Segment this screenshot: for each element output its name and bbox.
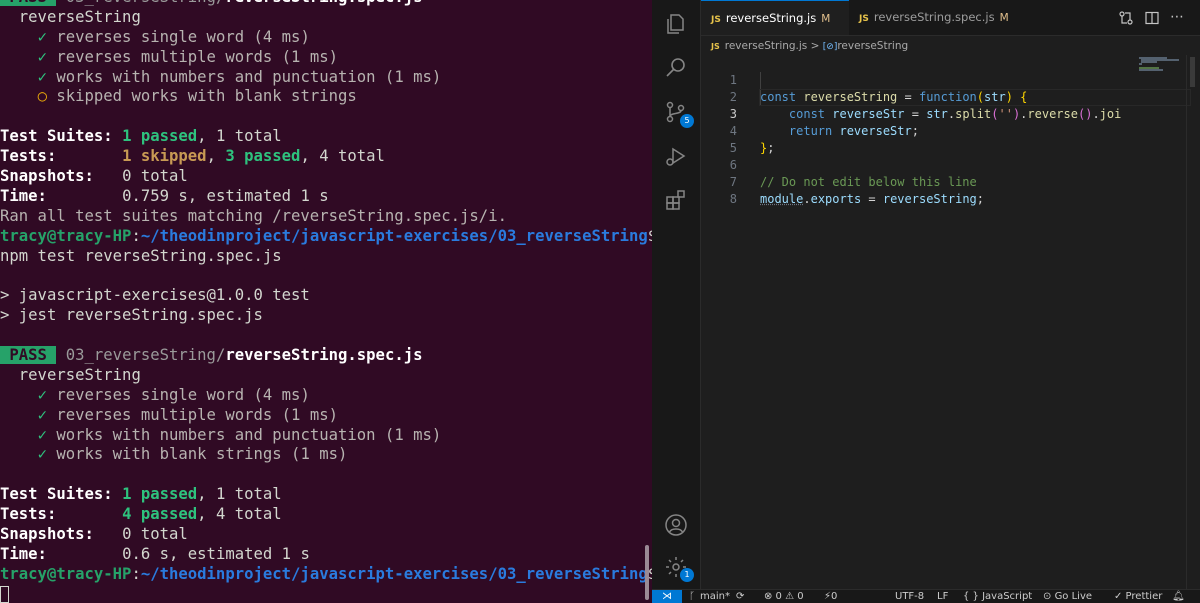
manage-badge: 1 xyxy=(680,568,694,582)
npm-output-line: > jest reverseString.spec.js xyxy=(0,306,263,325)
code-line: 2 const reverseStr = str.split('').rever… xyxy=(729,90,1122,121)
editor-actions: ⋯ xyxy=(1110,0,1200,35)
terminal-line: reverseString xyxy=(0,366,640,386)
code-editor[interactable]: 1 const reverseString = function(str) { … xyxy=(701,55,1191,589)
test-result-line: ✓ reverses multiple words (1 ms) xyxy=(37,47,338,66)
ran-all-line: Ran all test suites matching /reverseStr… xyxy=(0,206,507,225)
search-icon[interactable] xyxy=(664,56,688,80)
test-result-line: ✓ works with numbers and punctuation (1 … xyxy=(37,67,442,86)
extensions-icon[interactable] xyxy=(664,188,688,212)
remote-indicator-button[interactable]: ⋊ xyxy=(652,590,682,603)
breadcrumb: JS reverseString.js > [⊘]reverseString xyxy=(711,40,909,52)
notifications-bell-icon[interactable]: 🔔︎ xyxy=(1172,590,1185,603)
terminal-cursor xyxy=(0,585,9,603)
javascript-file-icon: JS xyxy=(859,14,869,24)
eol-selector[interactable]: LF xyxy=(937,590,948,603)
summary-snapshots: Snapshots: 0 total xyxy=(0,525,188,544)
git-branch-icon: ᚴ xyxy=(689,591,695,602)
pass-badge: PASS xyxy=(0,0,57,6)
breadcrumb-symbol[interactable]: reverseString xyxy=(837,40,908,52)
modified-indicator: M xyxy=(999,12,1009,24)
terminal-line: PASS 03_reverseString/reverseString.spec… xyxy=(0,0,640,8)
javascript-file-icon: JS xyxy=(711,15,721,25)
variable-symbol-icon: [⊘] xyxy=(822,42,838,52)
accounts-icon[interactable] xyxy=(664,513,688,537)
pass-badge: PASS xyxy=(0,346,57,365)
editor-scrollbar[interactable] xyxy=(1186,55,1200,589)
shell-prompt: tracy@tracy-HP:~/theodinproject/javascri… xyxy=(0,226,652,245)
scm-badge: 5 xyxy=(680,114,694,128)
breadcrumb-file[interactable]: reverseString.js xyxy=(725,40,808,52)
summary-snapshots: Snapshots: 0 total xyxy=(0,167,188,186)
terminal-line: reverseString xyxy=(0,8,640,28)
test-result-line: ✓ reverses multiple words (1 ms) xyxy=(37,405,338,424)
describe-name: reverseString xyxy=(18,7,141,26)
more-actions-icon[interactable]: ⋯ xyxy=(1170,10,1186,26)
npm-output-line: > javascript-exercises@1.0.0 test xyxy=(0,286,310,305)
summary-time: Time: 0.6 s, estimated 1 s xyxy=(0,544,310,563)
terminal-input-line[interactable] xyxy=(0,585,640,603)
test-result-line: ✓ reverses single word (4 ms) xyxy=(37,27,310,46)
code-line: 8 xyxy=(729,192,737,206)
vscode-window: 5 1 JS reverseString.js M JS reverseString.… xyxy=(652,0,1200,603)
code-line: 6 // Do not edit below this line xyxy=(729,158,977,189)
split-editor-icon[interactable] xyxy=(1144,10,1160,26)
modified-indicator: M xyxy=(821,13,831,25)
describe-name: reverseString xyxy=(18,365,141,384)
activity-bar: 5 1 xyxy=(652,0,701,589)
test-result-line: ✓ works with numbers and punctuation (1 … xyxy=(37,425,442,444)
git-branch[interactable]: main* xyxy=(700,590,730,603)
terminal-line: PASS 03_reverseString/reverseString.spec… xyxy=(0,346,423,365)
source-control-icon[interactable]: 5 xyxy=(664,100,694,128)
test-result-line: ○ skipped works with blank strings xyxy=(37,87,357,106)
scrollbar-thumb[interactable] xyxy=(1190,57,1195,87)
tab-reversestring-js[interactable]: JS reverseString.js M xyxy=(701,0,849,35)
language-mode-selector[interactable]: { } JavaScript xyxy=(963,590,1032,603)
run-debug-icon[interactable] xyxy=(664,144,688,168)
code-line: 3 return reverseStr; xyxy=(729,107,919,138)
go-live-button[interactable]: ⊙ Go Live xyxy=(1043,590,1092,603)
broadcast-icon: ⊙ xyxy=(1043,591,1055,602)
summary-tests: Tests: 1 skipped, 3 passed, 4 total xyxy=(0,147,385,166)
javascript-file-icon: JS xyxy=(711,42,720,51)
shell-prompt: tracy@tracy-HP:~/theodinproject/javascri… xyxy=(0,564,652,583)
minimap[interactable] xyxy=(1139,55,1185,589)
summary-suites: Test Suites: 1 passed, 1 total xyxy=(0,485,282,504)
shell-command: npm test reverseString.spec.js xyxy=(0,246,282,265)
code-line: 4 }; xyxy=(729,124,775,155)
problems-indicator[interactable]: ⊗ 0 ⚠ 0 xyxy=(764,590,804,603)
code-line: 7 module.exports = reverseString; xyxy=(729,175,985,206)
terminal-window[interactable]: PASS 03_reverseString/reverseString.spec… xyxy=(0,0,652,603)
summary-suites: Test Suites: 1 passed, 1 total xyxy=(0,127,282,146)
code-line: 5 xyxy=(729,141,737,155)
summary-tests: Tests: 4 passed, 4 total xyxy=(0,505,282,524)
code-line: 1 const reverseString = function(str) { xyxy=(729,73,1028,104)
test-result-line: ✓ works with blank strings (1 ms) xyxy=(37,445,348,464)
summary-time: Time: 0.759 s, estimated 1 s xyxy=(0,186,329,205)
sync-icon[interactable]: ⟳ xyxy=(736,590,744,603)
prettier-status[interactable]: ✓ Prettier xyxy=(1114,590,1162,603)
test-result-line: ✓ reverses single word (4 ms) xyxy=(37,385,310,404)
status-bar: ⋊ ᚴ main* ⟳ ⊗ 0 ⚠ 0 ⚡0 UTF-8 LF { } Java… xyxy=(652,589,1200,603)
tab-reversestring-spec-js[interactable]: JS reverseString.spec.js M xyxy=(849,0,1019,35)
terminal-scrollbar[interactable] xyxy=(645,545,649,600)
encoding-selector[interactable]: UTF-8 xyxy=(895,590,924,603)
compare-changes-icon[interactable] xyxy=(1118,10,1134,26)
editor-tab-bar: JS reverseString.js M JS reverseString.spec… xyxy=(701,0,1200,36)
manage-gear-icon[interactable]: 1 xyxy=(664,555,694,582)
explorer-files-icon[interactable] xyxy=(664,12,688,36)
ports-indicator[interactable]: ⚡0 xyxy=(824,590,837,603)
